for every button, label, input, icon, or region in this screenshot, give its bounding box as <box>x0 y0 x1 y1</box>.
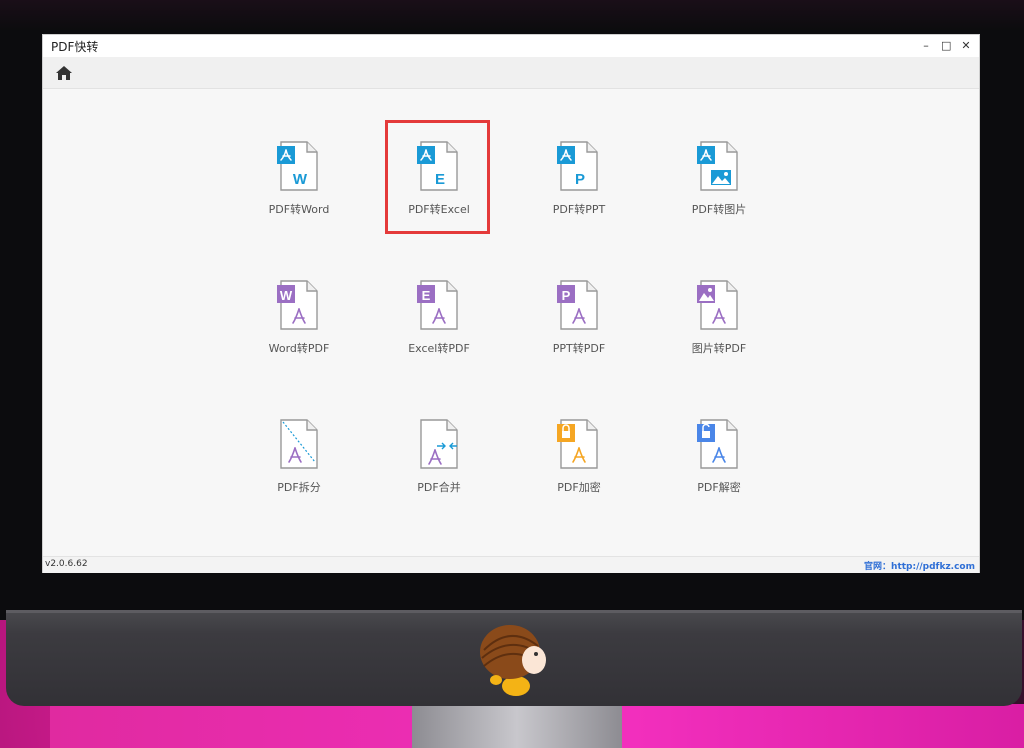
pdf-to-word-icon: W <box>277 141 318 191</box>
svg-text:E: E <box>422 288 431 303</box>
title-bar: PDF快转 – □ ✕ <box>43 35 979 57</box>
pdf-merge-icon <box>420 419 458 469</box>
version-label: v2.0.6.62 <box>45 559 88 569</box>
minimize-button[interactable]: – <box>921 38 931 54</box>
tool-label: PDF解密 <box>697 481 741 494</box>
tool-excel-to-pdf[interactable]: E Excel转PDF <box>384 269 494 379</box>
mascot-icon <box>480 625 546 696</box>
tool-image-to-pdf[interactable]: 图片转PDF <box>664 269 774 379</box>
pdf-to-excel-icon: E <box>417 141 458 191</box>
tool-pdf-to-image[interactable]: PDF转图片 <box>664 130 774 240</box>
tool-label: PDF转Excel <box>408 203 470 216</box>
maximize-button[interactable]: □ <box>941 38 951 54</box>
close-button[interactable]: ✕ <box>961 38 971 54</box>
svg-text:W: W <box>293 171 308 188</box>
image-to-pdf-icon <box>697 280 738 330</box>
tool-label: 图片转PDF <box>691 342 747 355</box>
tool-label: PDF转图片 <box>691 203 747 216</box>
svg-text:P: P <box>562 288 571 303</box>
tool-ppt-to-pdf[interactable]: P PPT转PDF <box>524 269 634 379</box>
tool-label: PDF转Word <box>268 203 330 216</box>
ppt-to-pdf-icon: P <box>557 280 598 330</box>
tool-label: PPT转PDF <box>552 342 606 355</box>
tool-pdf-merge[interactable]: PDF合并 <box>384 408 494 518</box>
tool-label: Excel转PDF <box>408 342 470 355</box>
excel-to-pdf-icon: E <box>417 280 458 330</box>
pdf-decrypt-icon <box>697 419 738 469</box>
pdf-to-image-icon <box>697 141 738 191</box>
chin-highlight <box>6 610 1022 613</box>
tool-label: Word转PDF <box>268 342 330 355</box>
app-window: PDF快转 – □ ✕ v2.0.6.62 官网：http://pdfkz.co… <box>42 34 980 573</box>
tool-label: PDF拆分 <box>277 481 321 494</box>
tool-pdf-to-ppt[interactable]: P PDF转PPT <box>524 130 634 240</box>
tool-pdf-to-word[interactable]: W PDF转Word <box>244 130 354 240</box>
tool-grid <box>43 90 979 556</box>
tool-pdf-encrypt[interactable]: PDF加密 <box>524 408 634 518</box>
toolbar <box>43 57 979 89</box>
window-title: PDF快转 <box>51 39 99 54</box>
pdf-to-ppt-icon: P <box>557 141 598 191</box>
pdf-encrypt-icon <box>557 419 598 469</box>
svg-text:E: E <box>435 171 445 188</box>
tool-word-to-pdf[interactable]: W Word转PDF <box>244 269 354 379</box>
home-icon[interactable] <box>55 64 73 82</box>
word-to-pdf-icon: W <box>277 280 318 330</box>
website-link[interactable]: 官网：http://pdfkz.com <box>864 559 975 572</box>
window-controls: – □ ✕ <box>921 38 971 54</box>
status-bar: v2.0.6.62 官网：http://pdfkz.com <box>43 556 979 573</box>
monitor-top <box>0 0 1024 30</box>
tool-pdf-to-excel[interactable]: E PDF转Excel <box>384 130 494 240</box>
tool-pdf-decrypt[interactable]: PDF解密 <box>664 408 774 518</box>
tool-label: PDF加密 <box>557 481 601 494</box>
monitor-stand <box>412 704 622 748</box>
tool-label: PDF转PPT <box>552 203 606 216</box>
tool-pdf-split[interactable]: PDF拆分 <box>244 408 354 518</box>
svg-text:P: P <box>575 171 585 188</box>
pdf-split-icon <box>280 419 318 469</box>
svg-text:W: W <box>280 288 293 303</box>
tool-label: PDF合并 <box>417 481 461 494</box>
